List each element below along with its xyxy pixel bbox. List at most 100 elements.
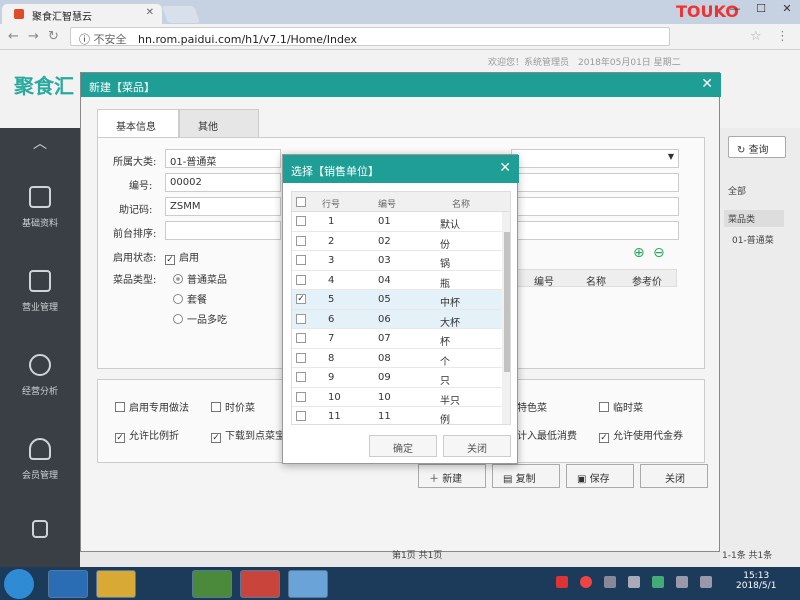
row-checkbox[interactable]: [296, 255, 306, 265]
tray-app-icon[interactable]: [604, 576, 616, 588]
watermark-logo: TOUKO: [676, 2, 739, 21]
close-tab-icon[interactable]: ✕: [146, 7, 154, 18]
lock-icon[interactable]: [0, 520, 80, 546]
right-field-2[interactable]: [511, 197, 679, 216]
tab-other[interactable]: 其他: [179, 109, 259, 137]
new-tab-button[interactable]: [161, 6, 201, 23]
chrome-icon[interactable]: [192, 570, 232, 598]
row-checkbox[interactable]: ✓: [296, 294, 306, 304]
url-field[interactable]: ⓘ 不安全 hn.rom.paidui.com/h1/v7.1/Home/Ind…: [70, 27, 670, 46]
table-row[interactable]: 1 01 默认: [292, 212, 502, 232]
copy-button[interactable]: ▤ 复制: [492, 464, 560, 488]
reload-icon[interactable]: ↻: [48, 29, 59, 44]
type-radio-multi[interactable]: 一品多吃: [173, 311, 227, 326]
enable-checkbox[interactable]: ✓ 启用: [165, 249, 199, 265]
option-temporary[interactable]: 临时菜: [599, 399, 643, 414]
sidebar-item-members[interactable]: 会员管理: [0, 438, 80, 481]
right-field-1[interactable]: [511, 173, 679, 192]
table-row[interactable]: 2 02 份: [292, 232, 502, 251]
recorder-icon[interactable]: [240, 570, 280, 598]
modal-close-button[interactable]: 关闭: [640, 464, 708, 488]
start-button-icon[interactable]: [4, 569, 34, 599]
save-button[interactable]: ▣ 保存: [566, 464, 634, 488]
option-min-consumption[interactable]: 计入最低消费: [517, 427, 577, 442]
browser-tab[interactable]: 聚食汇智慧云 ✕: [2, 4, 162, 24]
row-code: 07: [378, 333, 391, 344]
table-row[interactable]: 9 09 只: [292, 368, 502, 388]
row-checkbox[interactable]: [296, 411, 306, 421]
row-checkbox[interactable]: [296, 391, 306, 402]
sales-unit-dialog: 选择【销售单位】 ✕ 行号 编号 名称 1 01 默认 2 02 份 3 03 锅 4 04 瓶 ✓ 5 0…: [282, 154, 519, 464]
close-icon[interactable]: ✕: [499, 160, 511, 176]
right-field-3[interactable]: [511, 221, 679, 240]
option-allow-discount[interactable]: ✓ 允许比例折: [115, 427, 179, 443]
table-row[interactable]: 6 06 大杯: [292, 309, 502, 329]
remove-circle-icon[interactable]: ⊖: [653, 245, 665, 261]
row-checkbox[interactable]: [296, 216, 306, 226]
row-no: 8: [328, 352, 335, 364]
category-cell[interactable]: 01-普通菜: [732, 233, 774, 246]
table-row[interactable]: 11 11 例: [292, 407, 502, 424]
close-icon[interactable]: ✕: [701, 76, 713, 92]
dialog-close-button[interactable]: 关闭: [443, 435, 511, 457]
menu-icon[interactable]: ⋮: [776, 29, 789, 44]
row-checkbox[interactable]: [296, 235, 306, 246]
tab-basic-info[interactable]: 基本信息: [97, 109, 179, 137]
secondary-select[interactable]: ▼: [511, 149, 679, 168]
type-radio-normal[interactable]: 普通菜品: [173, 271, 227, 286]
option-allow-voucher[interactable]: ✓ 允许使用代金券: [599, 427, 683, 443]
table-header: 行号 编号 名称: [292, 192, 510, 212]
tray-record-icon[interactable]: [580, 576, 592, 588]
row-checkbox[interactable]: [296, 372, 306, 382]
sort-field[interactable]: [165, 221, 281, 240]
sidebar-collapse-up-icon[interactable]: ︿: [0, 133, 80, 153]
tray-security-icon[interactable]: [652, 576, 664, 588]
sidebar-item-analysis[interactable]: 经营分析: [0, 354, 80, 397]
sidebar-item-basic[interactable]: 基础资料: [0, 186, 80, 229]
table-row[interactable]: 8 08 个: [292, 349, 502, 368]
option-special-method[interactable]: 启用专用做法: [115, 399, 189, 414]
back-icon[interactable]: ←: [8, 29, 19, 44]
row-checkbox[interactable]: [296, 313, 306, 324]
tray-network-icon[interactable]: [628, 576, 640, 588]
option-market-price[interactable]: 时价菜: [211, 399, 255, 414]
tray-volume-icon[interactable]: [700, 576, 712, 588]
forward-icon[interactable]: →: [28, 29, 39, 44]
table-row[interactable]: ✓ 5 05 中杯: [292, 290, 502, 310]
add-circle-icon[interactable]: ⊕: [633, 245, 645, 261]
info-icon[interactable]: ⓘ: [79, 33, 90, 46]
app-icon[interactable]: [288, 570, 328, 598]
ie-icon[interactable]: [48, 570, 88, 598]
star-icon[interactable]: ☆: [750, 29, 762, 44]
row-checkbox[interactable]: [296, 274, 306, 285]
row-no: 10: [328, 391, 341, 403]
option-featured[interactable]: 特色菜: [517, 399, 547, 414]
table-row[interactable]: 7 07 杯: [292, 329, 502, 349]
code-field[interactable]: 00002: [165, 173, 281, 192]
maximize-icon[interactable]: ☐: [748, 2, 774, 18]
tray-input-icon[interactable]: [556, 576, 568, 588]
option-download-device[interactable]: ✓ 下载到点菜宝: [211, 427, 285, 443]
type-radio-set[interactable]: 套餐: [173, 291, 207, 306]
pie-chart-icon: [29, 354, 51, 376]
category-select[interactable]: 01-普通菜: [165, 149, 281, 168]
confirm-button[interactable]: 确定: [369, 435, 437, 457]
close-window-icon[interactable]: ✕: [774, 2, 800, 18]
tray-flag-icon[interactable]: [676, 576, 688, 588]
folder-icon[interactable]: [96, 570, 136, 598]
clock[interactable]: 15:13 2018/5/1: [736, 571, 776, 591]
table-row[interactable]: 3 03 锅: [292, 251, 502, 271]
mnemonic-field[interactable]: ZSMM: [165, 197, 281, 216]
table-row[interactable]: 4 04 瓶: [292, 271, 502, 290]
row-code: 06: [378, 313, 391, 325]
row-checkbox[interactable]: [296, 352, 306, 363]
table-row[interactable]: 10 10 半只: [292, 388, 502, 407]
scrollbar-thumb[interactable]: [504, 232, 510, 372]
sidebar-item-business[interactable]: 营业管理: [0, 270, 80, 313]
select-all-checkbox[interactable]: [296, 197, 306, 207]
query-button[interactable]: ↻ 查询: [728, 136, 786, 158]
row-checkbox[interactable]: [296, 333, 306, 343]
row-name: 瓶: [440, 278, 450, 290]
minimize-icon[interactable]: —: [722, 2, 748, 18]
new-button[interactable]: ＋ 新建: [418, 464, 486, 488]
